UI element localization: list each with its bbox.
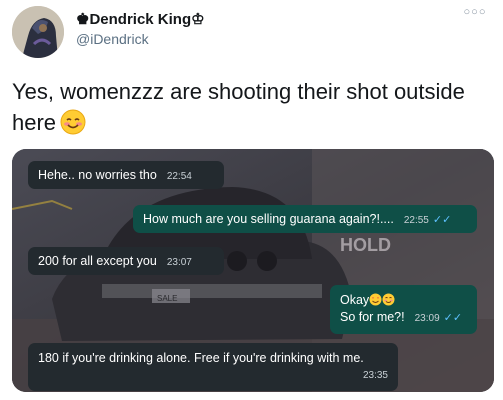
- display-name-text: Dendrick King: [89, 11, 192, 28]
- message-time: 23:09: [414, 313, 440, 324]
- crown-icon: ♔: [191, 11, 205, 28]
- more-icon[interactable]: ○○○: [461, 6, 489, 26]
- background-text: HOLD: [340, 235, 391, 255]
- message-time: 22:55: [403, 215, 429, 226]
- message-text-line2: So for me?!: [340, 310, 405, 324]
- chat-screenshot-image[interactable]: HOLD SALE Hehe.. no worries tho 22:54 How…: [12, 149, 494, 392]
- message-text: Okay: [340, 293, 370, 307]
- read-ticks-icon: ✓✓: [432, 214, 452, 226]
- message-outgoing[interactable]: How much are you selling guarana again?!…: [133, 205, 477, 233]
- smiling-face-with-heart-eyes-emoji: [369, 293, 382, 306]
- message-text: 200 for all except you: [38, 254, 157, 268]
- plate-text: SALE: [157, 294, 177, 303]
- smiling-face-with-hearts-emoji: [60, 109, 86, 135]
- tweet-card: ♚Dendrick King♔ @iDendrick ○○○ Yes, wome…: [0, 0, 503, 400]
- message-time: 23:07: [166, 257, 192, 268]
- message-time: 23:35: [362, 370, 388, 381]
- message-incoming[interactable]: 200 for all except you 23:07: [28, 247, 224, 275]
- user-handle[interactable]: @iDendrick: [76, 31, 149, 47]
- message-incoming[interactable]: Hehe.. no worries tho 22:54: [28, 161, 224, 189]
- smiling-face-emoji: [382, 293, 395, 306]
- message-incoming[interactable]: 180 if you're drinking alone. Free if yo…: [28, 343, 398, 391]
- display-name[interactable]: ♚Dendrick King♔: [76, 10, 205, 28]
- message-outgoing[interactable]: Okay So for me?! 23:09 ✓✓: [330, 285, 477, 334]
- read-ticks-icon: ✓✓: [443, 312, 463, 324]
- message-text: Hehe.. no worries tho: [38, 168, 157, 182]
- message-text: 180 if you're drinking alone. Free if yo…: [38, 351, 364, 365]
- avatar[interactable]: [12, 6, 64, 58]
- tweet-text: Yes, womenzzz are shooting their shot ou…: [12, 76, 482, 138]
- crown-icon: ♚: [76, 11, 90, 28]
- message-time: 22:54: [166, 171, 192, 182]
- message-text: How much are you selling guarana again?!…: [143, 212, 394, 226]
